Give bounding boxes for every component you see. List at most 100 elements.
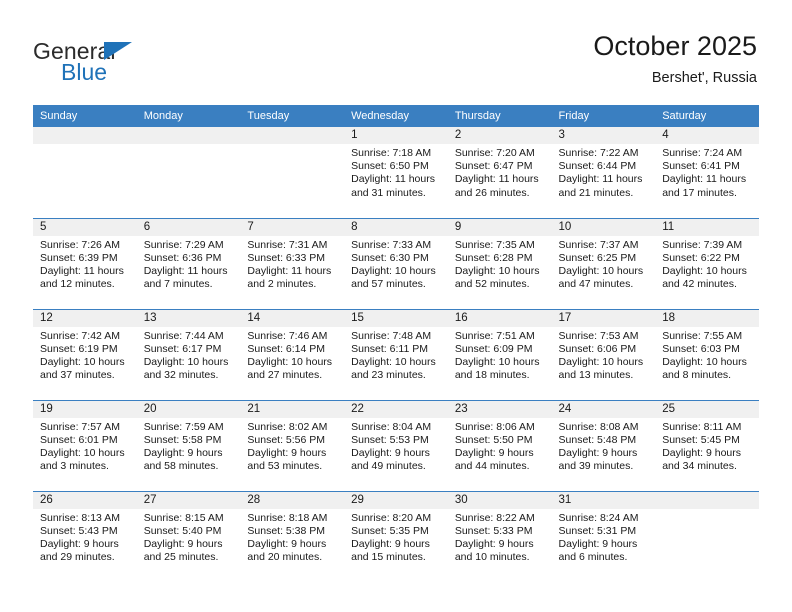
calendar-day-cell[interactable]: 5 Sunrise: 7:26 AM Sunset: 6:39 PM Daylight…: [33, 217, 137, 309]
calendar-day-cell[interactable]: 11 Sunrise: 7:39 AM Sunset: 6:22 PM Dayligh…: [655, 217, 759, 309]
calendar-day-cell[interactable]: 1 Sunrise: 7:18 AM Sunset: 6:50 PM Daylight…: [344, 127, 448, 218]
day-sun-info: Sunrise: 7:35 AM Sunset: 6:28 PM Daylight:…: [448, 236, 552, 292]
calendar-day-cell[interactable]: 23 Sunrise: 8:06 AM Sunset: 5:50 PM Dayligh…: [447, 399, 552, 491]
calendar-day-cell[interactable]: 9 Sunrise: 7:35 AM Sunset: 6:28 PM Daylight…: [447, 217, 552, 309]
calendar-day-cell[interactable]: 24 Sunrise: 8:08 AM Sunset: 5:48 PM Dayligh…: [551, 399, 656, 491]
sunrise-text: Sunrise: 7:51 AM: [454, 329, 535, 342]
calendar-day-cell[interactable]: 18 Sunrise: 7:55 AM Sunset: 6:03 PM Dayligh…: [655, 308, 759, 400]
calendar-day-cell[interactable]: 27 Sunrise: 8:15 AM Sunset: 5:40 PM Dayligh…: [136, 490, 241, 582]
day-sun-info: Sunrise: 8:24 AM Sunset: 5:31 PM Daylight:…: [552, 509, 656, 565]
sunset-text: Sunset: 6:25 PM: [558, 251, 637, 264]
calendar-day-cell[interactable]: 4 Sunrise: 7:24 AM Sunset: 6:41 PM Daylight…: [655, 127, 759, 218]
calendar-day-cell[interactable]: 20 Sunrise: 7:59 AM Sunset: 5:58 PM Dayligh…: [136, 399, 241, 491]
sunset-text: Sunset: 5:38 PM: [247, 524, 326, 537]
calendar-day-cell-empty: [240, 127, 345, 218]
calendar-day-cell[interactable]: 21 Sunrise: 8:02 AM Sunset: 5:56 PM Dayligh…: [240, 399, 345, 491]
day-sun-info: Sunrise: 8:22 AM Sunset: 5:33 PM Daylight:…: [448, 509, 552, 565]
calendar-day-cell-empty: [655, 490, 759, 582]
calendar-day-cell[interactable]: 10 Sunrise: 7:37 AM Sunset: 6:25 PM Dayligh…: [551, 217, 656, 309]
day-number: 2: [447, 127, 552, 144]
calendar-page: General Blue October 2025 Bershet', Russ…: [0, 0, 792, 612]
daylight-text-line2: and 8 minutes.: [662, 369, 732, 382]
sunrise-text: Sunrise: 8:04 AM: [351, 420, 432, 433]
calendar-day-cell[interactable]: 17 Sunrise: 7:53 AM Sunset: 6:06 PM Dayligh…: [551, 308, 656, 400]
sunrise-text: Sunrise: 7:53 AM: [558, 329, 639, 342]
sunset-text: Sunset: 6:33 PM: [247, 251, 326, 264]
calendar-day-cell[interactable]: 22 Sunrise: 8:04 AM Sunset: 5:53 PM Dayligh…: [344, 399, 448, 491]
sunset-text: Sunset: 6:17 PM: [143, 342, 222, 355]
day-sun-info: Sunrise: 8:11 AM Sunset: 5:45 PM Daylight:…: [655, 418, 759, 474]
general-blue-logo[interactable]: General Blue: [33, 38, 163, 86]
calendar-day-cell[interactable]: 19 Sunrise: 7:57 AM Sunset: 6:01 PM Dayligh…: [33, 399, 137, 491]
calendar-day-cell[interactable]: 26 Sunrise: 8:13 AM Sunset: 5:43 PM Dayligh…: [33, 490, 137, 582]
sunrise-text: Sunrise: 7:57 AM: [40, 420, 120, 433]
calendar-day-cell[interactable]: 13 Sunrise: 7:44 AM Sunset: 6:17 PM Dayligh…: [136, 308, 241, 400]
calendar-day-cell[interactable]: 25 Sunrise: 8:11 AM Sunset: 5:45 PM Dayligh…: [655, 399, 759, 491]
daylight-text-line2: and 2 minutes.: [247, 278, 317, 291]
day-sun-info: Sunrise: 7:46 AM Sunset: 6:14 PM Daylight:…: [240, 327, 344, 383]
day-sun-info: Sunrise: 8:13 AM Sunset: 5:43 PM Daylight:…: [33, 509, 137, 565]
calendar-week-row: 12 Sunrise: 7:42 AM Sunset: 6:19 PM Dayligh…: [33, 308, 759, 400]
day-number: 26: [33, 491, 137, 509]
logo-text-blue: Blue: [61, 59, 108, 85]
sunset-text: Sunset: 6:50 PM: [351, 160, 429, 173]
calendar-day-cell[interactable]: 7 Sunrise: 7:31 AM Sunset: 6:33 PM Daylight…: [240, 217, 345, 309]
calendar-day-cell-empty: [136, 127, 241, 218]
sunset-text: Sunset: 6:11 PM: [351, 342, 428, 355]
daylight-text-line1: Daylight: 11 hours: [662, 173, 747, 186]
daylight-text-line2: and 34 minutes.: [662, 460, 737, 473]
daylight-text-line2: and 20 minutes.: [247, 551, 323, 564]
calendar-day-cell-empty: [33, 127, 137, 218]
calendar-day-cell[interactable]: 30 Sunrise: 8:22 AM Sunset: 5:33 PM Dayligh…: [447, 490, 552, 582]
calendar-day-cell[interactable]: 3 Sunrise: 7:22 AM Sunset: 6:44 PM Daylight…: [551, 127, 656, 218]
sunset-text: Sunset: 6:30 PM: [351, 251, 429, 264]
sunrise-text: Sunrise: 7:33 AM: [351, 238, 432, 251]
calendar-day-cell[interactable]: 16 Sunrise: 7:51 AM Sunset: 6:09 PM Dayligh…: [447, 308, 552, 400]
day-sun-info: Sunrise: 8:20 AM Sunset: 5:35 PM Daylight:…: [344, 509, 448, 565]
sunrise-text: Sunrise: 8:22 AM: [454, 511, 535, 524]
daylight-text-line2: and 47 minutes.: [558, 278, 634, 291]
daylight-text-line2: and 7 minutes.: [143, 278, 213, 291]
day-sun-info: Sunrise: 8:02 AM Sunset: 5:56 PM Daylight:…: [240, 418, 344, 474]
sunrise-text: Sunrise: 8:20 AM: [351, 511, 432, 524]
daylight-text-line1: Daylight: 11 hours: [351, 173, 435, 186]
daylight-text-line2: and 42 minutes.: [662, 278, 737, 291]
sunrise-text: Sunrise: 7:42 AM: [40, 329, 120, 342]
daylight-text-line1: Daylight: 10 hours: [454, 355, 540, 368]
sunrise-text: Sunrise: 7:46 AM: [247, 329, 328, 342]
daylight-text-line1: Daylight: 10 hours: [662, 264, 747, 277]
calendar-day-cell[interactable]: 28 Sunrise: 8:18 AM Sunset: 5:38 PM Dayligh…: [240, 490, 345, 582]
daylight-text-line1: Daylight: 10 hours: [143, 355, 229, 368]
day-number: 5: [33, 218, 137, 236]
day-number: 27: [136, 491, 241, 509]
day-number: 17: [551, 309, 656, 327]
sunset-text: Sunset: 5:56 PM: [247, 433, 326, 446]
calendar-day-cell[interactable]: 14 Sunrise: 7:46 AM Sunset: 6:14 PM Dayligh…: [240, 308, 345, 400]
weekday-header-sunday: Sunday: [33, 105, 137, 127]
daylight-text-line1: Daylight: 9 hours: [247, 537, 327, 550]
day-sun-info: Sunrise: 7:33 AM Sunset: 6:30 PM Daylight:…: [344, 236, 448, 292]
day-sun-info: Sunrise: 7:26 AM Sunset: 6:39 PM Daylight:…: [33, 236, 137, 292]
calendar-day-cell[interactable]: 2 Sunrise: 7:20 AM Sunset: 6:47 PM Daylight…: [447, 127, 552, 218]
day-number: 25: [655, 400, 759, 418]
calendar-day-cell[interactable]: 8 Sunrise: 7:33 AM Sunset: 6:30 PM Daylight…: [344, 217, 448, 309]
day-sun-info: Sunrise: 8:18 AM Sunset: 5:38 PM Daylight:…: [240, 509, 344, 565]
calendar-day-cell[interactable]: 15 Sunrise: 7:48 AM Sunset: 6:11 PM Dayligh…: [344, 308, 448, 400]
sunrise-text: Sunrise: 8:08 AM: [558, 420, 639, 433]
day-number: 7: [240, 218, 345, 236]
calendar-day-cell[interactable]: 31 Sunrise: 8:24 AM Sunset: 5:31 PM Dayligh…: [551, 490, 656, 582]
sunset-text: Sunset: 5:40 PM: [143, 524, 222, 537]
weekday-header-wednesday: Wednesday: [344, 105, 448, 127]
daylight-text-line1: Daylight: 11 hours: [247, 264, 332, 277]
calendar-day-cell[interactable]: 29 Sunrise: 8:20 AM Sunset: 5:35 PM Dayligh…: [344, 490, 448, 582]
daylight-text-line2: and 3 minutes.: [40, 460, 109, 473]
sunset-text: Sunset: 6:41 PM: [662, 160, 740, 173]
day-sun-info: Sunrise: 7:31 AM Sunset: 6:33 PM Daylight:…: [240, 236, 344, 292]
page-header: General Blue October 2025 Bershet', Russ…: [0, 0, 792, 104]
calendar-day-cell[interactable]: 12 Sunrise: 7:42 AM Sunset: 6:19 PM Dayligh…: [33, 308, 137, 400]
calendar-day-cell[interactable]: 6 Sunrise: 7:29 AM Sunset: 6:36 PM Daylight…: [136, 217, 241, 309]
sunrise-text: Sunrise: 8:15 AM: [143, 511, 224, 524]
sunrise-text: Sunrise: 7:35 AM: [454, 238, 535, 251]
daylight-text-line2: and 29 minutes.: [40, 551, 115, 564]
sunset-text: Sunset: 5:50 PM: [454, 433, 533, 446]
